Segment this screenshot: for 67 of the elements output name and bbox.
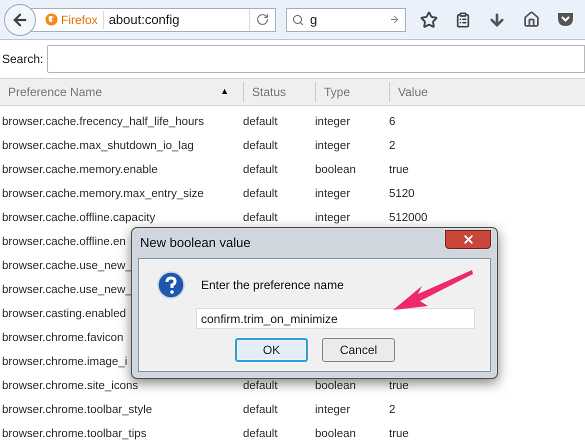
reload-icon[interactable] [256, 13, 269, 26]
column-header[interactable]: Status [243, 82, 315, 102]
type-cell-text: integer [315, 211, 352, 226]
search-icon [292, 14, 304, 26]
status-cell-text: default [243, 427, 279, 442]
preference-name: browser.chrome.toolbar_tips [2, 427, 146, 442]
shield-icon[interactable] [557, 12, 574, 27]
column-header[interactable]: Preference Name ▲ [0, 82, 243, 102]
close-button[interactable] [445, 230, 491, 248]
preference-name: browser.chrome.toolbar_style [2, 403, 152, 418]
status-cell-text: default [243, 139, 279, 154]
home-icon[interactable] [523, 11, 540, 28]
go-arrow-icon[interactable] [389, 14, 400, 25]
status-cell-text: default [243, 163, 279, 178]
preference-name: browser.cache.use_new_ [2, 283, 132, 298]
status-cell-text: default [243, 379, 279, 394]
status-cell-text: default [243, 403, 279, 418]
close-icon [462, 232, 474, 246]
download-icon[interactable] [488, 10, 506, 28]
type-cell-text: integer [315, 187, 352, 202]
preference-name: browser.chrome.site_icons [2, 379, 138, 394]
type-cell-text: boolean [315, 163, 357, 178]
back-button[interactable] [4, 4, 36, 36]
value-cell-text: 5120 [389, 187, 415, 202]
dialog-title: New boolean value [139, 234, 252, 252]
preference-name: browser.cache.offline.capacity [2, 211, 156, 226]
type-cell-text: boolean [315, 379, 357, 394]
search-bar[interactable]: g [286, 8, 406, 32]
column-header[interactable]: Type [315, 82, 389, 102]
url-text: about:config [108, 10, 181, 29]
value-cell-text: 2 [389, 403, 396, 418]
value-cell-text: 512000 [389, 211, 428, 226]
brand-label: Firefox [61, 10, 104, 28]
type-cell-text: integer [315, 403, 352, 418]
type-cell-text: boolean [315, 427, 357, 442]
type-cell-text: integer [315, 115, 352, 130]
preference-name: browser.cache.memory.enable [2, 163, 158, 178]
search-label: Search: [2, 51, 44, 68]
question-icon [157, 271, 185, 299]
value-cell-text: 6 [389, 115, 396, 130]
dialog-button[interactable]: Cancel [322, 338, 395, 362]
preference-name-field[interactable]: confirm.trim_on_minimize [196, 308, 475, 329]
status-cell-text: default [243, 211, 279, 226]
column-header[interactable]: Value [389, 82, 585, 102]
reading-list-icon[interactable] [455, 12, 471, 28]
value-cell-text: true [389, 379, 409, 394]
preference-name: browser.cache.offline.en [2, 235, 126, 250]
search-field[interactable] [47, 45, 585, 73]
search-query: g [310, 10, 318, 29]
value-cell-text: true [389, 427, 409, 442]
dialog-button[interactable]: OK [235, 338, 308, 362]
preference-name: browser.cache.frecency_half_life_hours [2, 115, 204, 130]
preference-name: browser.cache.max_shutdown_io_lag [2, 139, 194, 154]
preference-name: browser.cache.use_new_ [2, 259, 132, 274]
value-cell-text: true [389, 163, 409, 178]
preference-name: browser.chrome.favicon [2, 331, 124, 346]
preference-name: browser.cache.memory.max_entry_size [2, 187, 204, 202]
fox-logo-icon [45, 13, 58, 26]
type-cell-text: integer [315, 139, 352, 154]
status-cell-text: default [243, 187, 279, 202]
value-cell-text: 2 [389, 139, 396, 154]
bookmark-star-icon[interactable] [420, 10, 438, 28]
sort-indicator: ▲ [220, 85, 229, 98]
preference-name: browser.chrome.image_i [2, 355, 128, 370]
dialog-message: Enter the preference name [201, 277, 344, 294]
status-cell-text: default [243, 115, 279, 130]
preference-name: browser.casting.enabled [2, 307, 126, 322]
